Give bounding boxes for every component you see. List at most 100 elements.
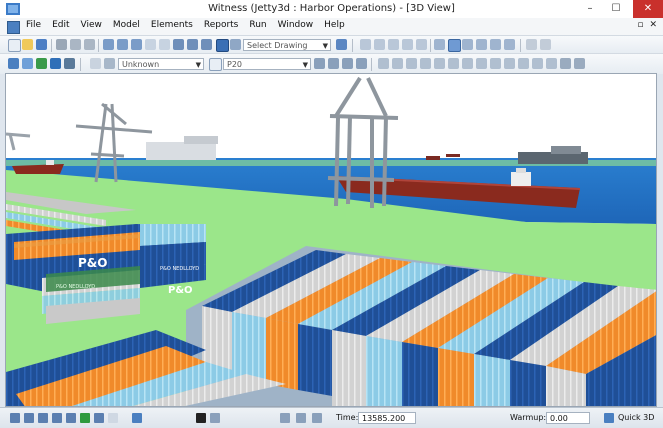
run-icon[interactable] — [328, 58, 339, 69]
drawing-go-icon[interactable] — [336, 39, 347, 50]
document-icon[interactable] — [7, 21, 20, 34]
element-icon[interactable] — [8, 58, 19, 69]
add-icon[interactable] — [209, 58, 222, 71]
zoom-in-icon[interactable] — [103, 39, 114, 50]
menu-view[interactable]: View — [81, 20, 102, 30]
container-brand-text: P&O NEDLLOYD — [160, 266, 199, 272]
zoom-fit-icon[interactable] — [131, 39, 142, 50]
clock-icon[interactable] — [476, 39, 487, 50]
distribute-icon[interactable] — [402, 39, 413, 50]
menu-window[interactable]: Window — [278, 20, 314, 30]
step-icon[interactable] — [66, 413, 76, 423]
layer-combo[interactable]: P20 ▼ — [223, 58, 311, 70]
zoom-out-icon[interactable] — [117, 39, 128, 50]
report-icon[interactable] — [504, 39, 515, 50]
save-icon[interactable] — [36, 39, 47, 50]
pan-icon[interactable] — [145, 39, 156, 50]
menu-help[interactable]: Help — [324, 20, 345, 30]
quick3d-label[interactable]: Quick 3D — [618, 413, 654, 422]
speed-slider[interactable] — [108, 413, 118, 423]
chart-run-icon[interactable] — [312, 413, 322, 423]
chart-icon[interactable] — [490, 39, 501, 50]
options-icon[interactable] — [574, 58, 585, 69]
box-icon[interactable] — [434, 58, 445, 69]
walk-person-icon[interactable] — [196, 413, 206, 423]
display-element-icon[interactable] — [90, 58, 101, 69]
separator — [430, 39, 431, 52]
small-boat — [426, 156, 440, 160]
undo-icon[interactable] — [70, 39, 81, 50]
mdi-restore-icon[interactable]: ▫ — [637, 20, 643, 30]
walk-icon[interactable] — [314, 58, 325, 69]
path-icon[interactable] — [504, 58, 515, 69]
pointer-icon[interactable] — [448, 39, 461, 52]
3d-view-icon[interactable] — [216, 39, 229, 52]
image-icon[interactable] — [532, 58, 543, 69]
camera-icon[interactable] — [356, 58, 367, 69]
chevron-down-icon: ▼ — [302, 61, 308, 69]
edit-element-icon[interactable] — [104, 58, 115, 69]
align-center-icon[interactable] — [374, 39, 385, 50]
cut-icon[interactable] — [56, 39, 67, 50]
run-options-icon[interactable] — [132, 413, 142, 423]
element-combo[interactable]: Unknown ▼ — [118, 58, 204, 70]
layers-icon[interactable] — [187, 39, 198, 50]
part-icon[interactable] — [22, 58, 33, 69]
reset-icon[interactable] — [10, 413, 20, 423]
new-icon[interactable] — [8, 39, 21, 52]
open-icon[interactable] — [22, 39, 33, 50]
align-left-icon[interactable] — [360, 39, 371, 50]
menu-reports[interactable]: Reports — [204, 20, 239, 30]
close-button[interactable]: ✕ — [633, 0, 663, 18]
light-icon[interactable] — [378, 58, 389, 69]
sphere-icon[interactable] — [448, 58, 459, 69]
align-right-icon[interactable] — [388, 39, 399, 50]
grid-icon[interactable] — [201, 39, 212, 50]
fly-icon[interactable] — [342, 58, 353, 69]
machine-icon[interactable] — [36, 58, 47, 69]
conveyor-icon[interactable] — [64, 58, 75, 69]
rewind-icon[interactable] — [38, 413, 48, 423]
display-icon[interactable] — [230, 39, 241, 50]
fast-forward-icon[interactable] — [94, 413, 104, 423]
minimize-button[interactable]: – — [577, 0, 603, 18]
harbor-scene: P&O P&O P&O NEDLLOYD P&O NEDLLOYD — [6, 74, 656, 406]
trace-icon[interactable] — [296, 413, 306, 423]
mdi-close-icon[interactable]: ✕ — [649, 20, 657, 30]
group-icon[interactable] — [416, 39, 427, 50]
cone-icon[interactable] — [476, 58, 487, 69]
play-icon[interactable] — [80, 413, 90, 423]
step-back-icon[interactable] — [24, 413, 34, 423]
stop-icon[interactable] — [52, 413, 62, 423]
text-icon[interactable] — [518, 58, 529, 69]
separator — [51, 39, 52, 52]
plane-icon[interactable] — [490, 58, 501, 69]
select-icon[interactable] — [434, 39, 445, 50]
maximize-button[interactable]: ☐ — [603, 0, 629, 18]
lock-icon[interactable] — [560, 58, 571, 69]
quick3d-icon[interactable] — [604, 413, 614, 423]
wire-icon[interactable] — [420, 58, 431, 69]
cylinder-icon[interactable] — [462, 58, 473, 69]
menu-edit[interactable]: Edit — [52, 20, 69, 30]
help-icon[interactable] — [540, 39, 551, 50]
menu-file[interactable]: File — [26, 20, 41, 30]
menu-model[interactable]: Model — [113, 20, 140, 30]
menu-run[interactable]: Run — [249, 20, 266, 30]
measure-icon[interactable] — [546, 58, 557, 69]
tool-icon[interactable] — [526, 39, 537, 50]
camera-mode-icon[interactable] — [210, 413, 220, 423]
link-icon[interactable] — [462, 39, 473, 50]
separator — [98, 39, 99, 52]
buffer-icon[interactable] — [50, 58, 61, 69]
view-icon[interactable] — [173, 39, 184, 50]
select-drawing-combo[interactable]: Select Drawing ▼ — [243, 39, 331, 51]
record-icon[interactable] — [280, 413, 290, 423]
container-logo-text: P&O — [78, 256, 107, 270]
3d-view-viewport[interactable]: P&O P&O P&O NEDLLOYD P&O NEDLLOYD — [5, 73, 657, 407]
shade-icon[interactable] — [406, 58, 417, 69]
rotate-icon[interactable] — [159, 39, 170, 50]
menu-elements[interactable]: Elements — [151, 20, 193, 30]
texture-icon[interactable] — [392, 58, 403, 69]
redo-icon[interactable] — [84, 39, 95, 50]
